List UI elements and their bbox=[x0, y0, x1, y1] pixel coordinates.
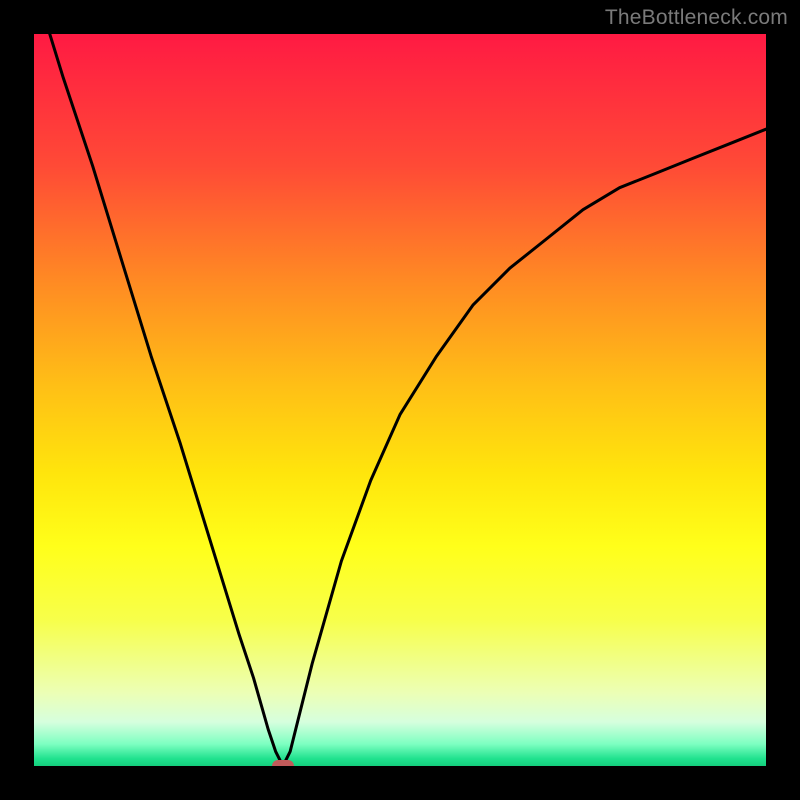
watermark-text: TheBottleneck.com bbox=[605, 6, 788, 30]
bottleneck-curve bbox=[34, 34, 766, 766]
chart-frame: TheBottleneck.com bbox=[0, 0, 800, 800]
optimum-marker bbox=[272, 760, 294, 766]
curve-svg bbox=[34, 34, 766, 766]
plot-area bbox=[34, 34, 766, 766]
